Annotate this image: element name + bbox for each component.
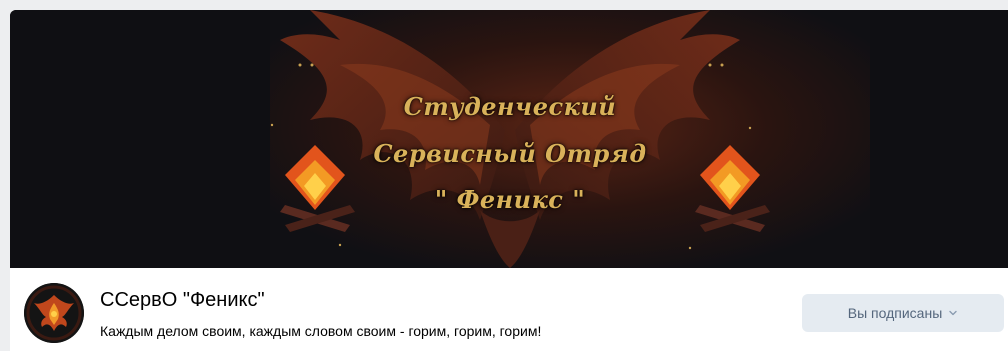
cover-title-line-3: " Феникс " <box>434 185 586 214</box>
subscribed-button[interactable]: Вы подписаны <box>802 294 1004 332</box>
group-card: Студенческий Сервисный Отряд " Феникс " … <box>10 10 1008 351</box>
chevron-down-icon <box>949 310 957 316</box>
cover-title-line-2: Сервисный Отряд <box>373 139 647 168</box>
subscribed-button-label: Вы подписаны <box>847 305 943 321</box>
group-name[interactable]: ССервО "Феникс" <box>100 289 265 312</box>
cover-title-line-1: Студенческий <box>403 92 617 121</box>
group-header: ССервО "Феникс" Каждым делом своим, кажд… <box>10 268 1008 351</box>
group-avatar[interactable] <box>24 283 84 343</box>
group-cover[interactable]: Студенческий Сервисный Отряд " Феникс " <box>10 10 1008 268</box>
group-status: Каждым делом своим, каждым словом своим … <box>100 323 542 339</box>
phoenix-avatar-icon <box>24 283 84 343</box>
